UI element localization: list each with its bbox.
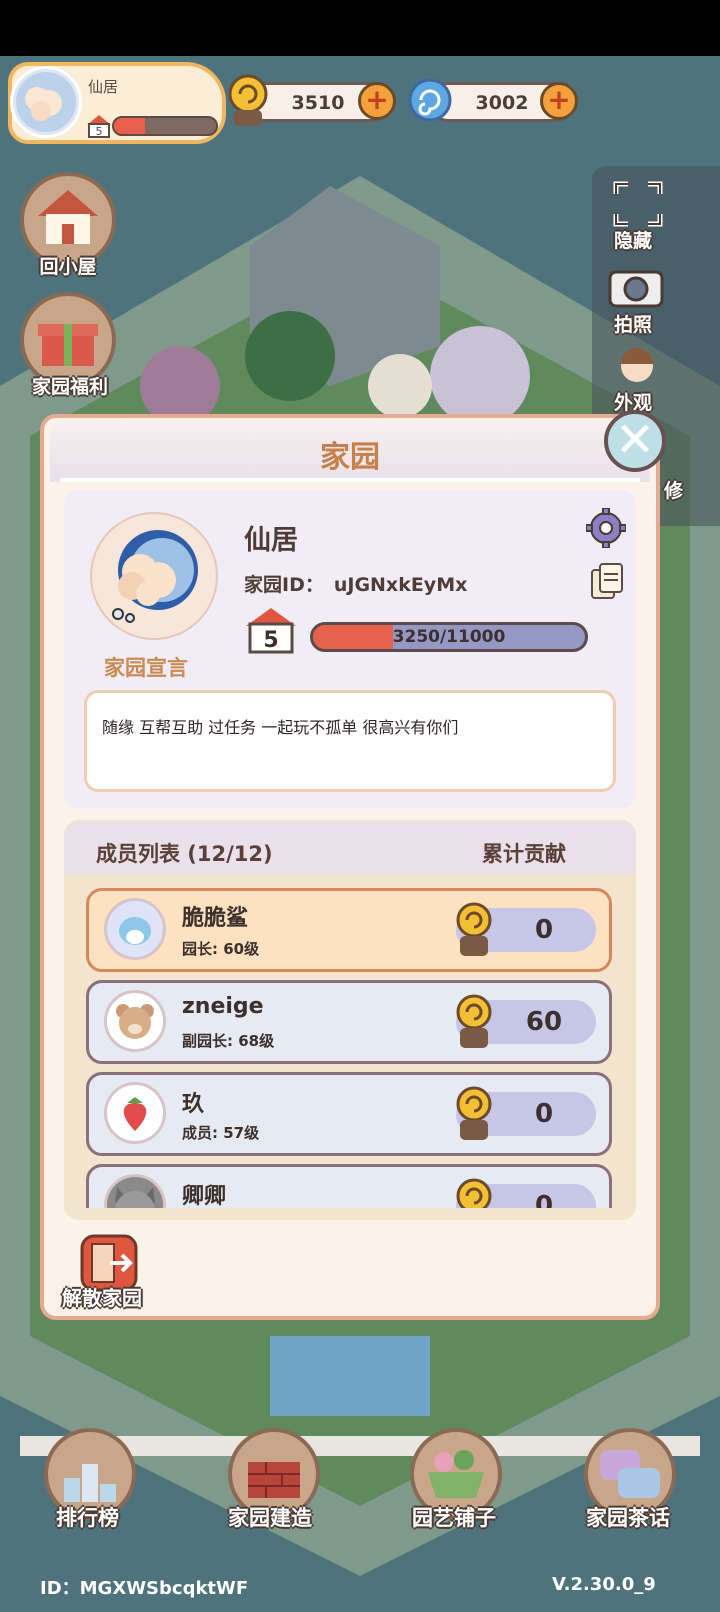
close-icon: ✕ — [614, 412, 656, 468]
gift-icon — [38, 324, 98, 366]
garden-id-value: uJGNxkEyMx — [333, 574, 468, 596]
snail-coin-icon — [456, 902, 492, 956]
cloud-icon — [112, 530, 198, 623]
plus-icon: + — [365, 83, 389, 116]
member-name: 脆脆鲨 — [182, 906, 249, 931]
member-avatar — [104, 898, 166, 960]
declaration-text: 随缘 互帮互助 过任务 一起玩不孤单 很高兴有你们 — [102, 718, 459, 737]
photo-label: 拍照 — [614, 314, 653, 336]
garden-id-label: 家园ID： — [244, 574, 324, 596]
member-name: zneige — [182, 994, 264, 1019]
svg-text:5: 5 — [96, 125, 103, 138]
swirl-gem-icon — [408, 78, 452, 122]
garden-id: 家园ID： uJGNxkEyMx — [244, 570, 467, 597]
garden-level-house-icon: 5 — [246, 608, 296, 654]
header-divider — [60, 478, 640, 482]
garden-name: 仙居 — [244, 525, 298, 556]
shark-avatar-icon — [119, 917, 151, 945]
svg-text:5: 5 — [263, 628, 278, 653]
version-text: V.2.30.0_9 — [552, 1574, 656, 1595]
home-level-bar — [112, 116, 218, 136]
strawberry-avatar-icon — [123, 1097, 147, 1131]
snail-coin-icon — [456, 1086, 492, 1140]
status-bar — [0, 0, 720, 56]
gear-icon[interactable] — [586, 508, 626, 548]
snail-coin-icon — [456, 994, 492, 1048]
home-name: 仙居 — [88, 78, 119, 96]
declaration-label: 家园宣言 — [104, 656, 188, 680]
bear-avatar-icon — [116, 1004, 154, 1039]
snail-coin-icon — [456, 1178, 492, 1208]
declaration-box[interactable] — [84, 690, 616, 792]
tea-talk-label: 家园茶话 — [586, 1506, 670, 1530]
garden-exp-bar: 3250/11000 — [310, 622, 588, 652]
member-role: 副园长: 68级 — [182, 1032, 275, 1050]
build-label: 家园建造 — [228, 1506, 312, 1530]
avatar-look-icon[interactable] — [612, 344, 662, 392]
contribution-title: 累计贡献 — [482, 842, 566, 866]
garden-exp-text: 3250/11000 — [392, 627, 506, 647]
home-level-fill — [114, 118, 145, 134]
snail-coin-icon — [228, 74, 268, 126]
dialog-title: 家园 — [320, 440, 380, 475]
cat-avatar-icon — [115, 1187, 155, 1208]
gardening-shop-label: 园艺铺子 — [412, 1506, 496, 1530]
hide-frame-icon[interactable] — [612, 180, 664, 228]
ranking-label: 排行榜 — [56, 1506, 119, 1530]
member-name: 卿卿 — [182, 1184, 227, 1208]
home-avatar — [10, 66, 82, 138]
member-name: 玖 — [182, 1092, 205, 1117]
member-role: 园长: 60级 — [182, 940, 260, 958]
add-swirl-gems-button[interactable]: + — [540, 82, 578, 120]
member-avatar — [104, 1082, 166, 1144]
garden-welfare-label: 家园福利 — [31, 376, 108, 398]
camera-icon[interactable] — [606, 264, 666, 310]
hide-label: 隐藏 — [614, 230, 653, 252]
member-avatar — [104, 990, 166, 1052]
add-snail-coins-button[interactable]: + — [358, 82, 396, 120]
player-id: ID：MGXWSbcqktWF — [40, 1578, 249, 1599]
disband-garden-button[interactable]: 解散家园 — [62, 1282, 142, 1311]
close-button[interactable]: ✕ — [604, 410, 666, 472]
repair-label: 修 — [664, 480, 684, 502]
level-house-icon: 5 — [87, 115, 111, 138]
member-row-clip: 卿卿 0 — [64, 1160, 636, 1208]
member-list-title: 成员列表 (12/12) — [96, 842, 273, 866]
cloud-icon — [16, 72, 76, 132]
plus-icon: + — [547, 83, 571, 116]
copy-icon[interactable] — [590, 562, 626, 602]
member-avatar — [104, 1174, 166, 1208]
garden-avatar — [90, 512, 218, 640]
house-icon — [38, 190, 98, 244]
member-role: 成员: 57级 — [182, 1124, 260, 1142]
back-home-label: 回小屋 — [39, 256, 97, 278]
